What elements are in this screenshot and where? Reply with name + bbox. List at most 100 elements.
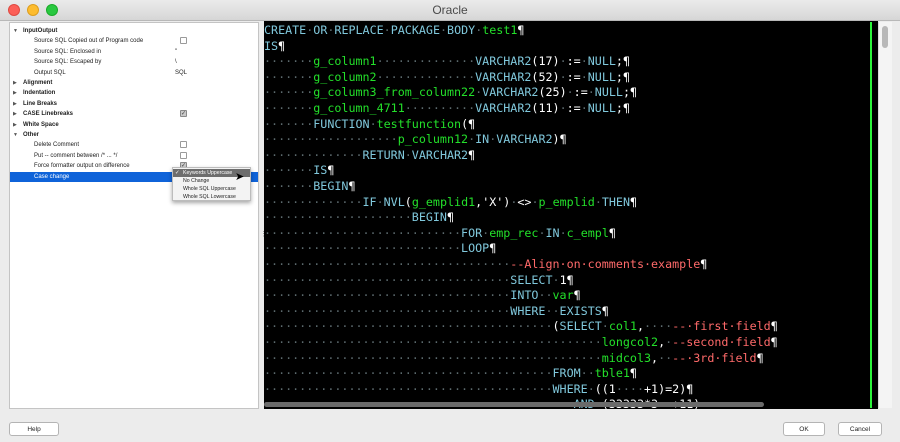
whitespace-marker: ········································… bbox=[264, 350, 602, 365]
keyword-token: BEGIN bbox=[411, 210, 447, 225]
collapsed-arrow-icon[interactable]: ▶ bbox=[13, 120, 17, 130]
expanded-arrow-icon[interactable]: ▼ bbox=[13, 130, 18, 140]
keyword-token: OR bbox=[313, 23, 328, 37]
tree-row[interactable]: ▶ White Space bbox=[10, 120, 258, 130]
tree-group-label: InputOutput bbox=[23, 28, 58, 34]
vertical-scrollbar[interactable] bbox=[878, 22, 892, 408]
collapsed-arrow-icon[interactable]: ▶ bbox=[13, 88, 17, 98]
checkbox[interactable] bbox=[180, 109, 187, 119]
code-line: IS¶ bbox=[264, 39, 285, 55]
keyword-token: BODY bbox=[447, 23, 476, 37]
whitespace-marker: ······· bbox=[264, 179, 314, 193]
whitespace-marker: ······· bbox=[264, 85, 314, 100]
setting-value[interactable]: SQL bbox=[175, 68, 187, 78]
code-line: ···································SELEC… bbox=[264, 273, 574, 289]
dropdown-option[interactable]: Whole SQL Lowercase bbox=[173, 193, 250, 201]
tree-group-label: Other bbox=[23, 132, 40, 138]
whitespace-marker: ····················· bbox=[264, 210, 412, 225]
punctuation-token: ¶ bbox=[348, 179, 356, 193]
whitespace-marker: ······· bbox=[264, 101, 314, 115]
setting-value[interactable]: " bbox=[175, 47, 177, 57]
whitespace-marker: · bbox=[566, 85, 574, 100]
punctuation-token: ¶ bbox=[770, 335, 778, 349]
whitespace-marker: ·············· bbox=[376, 54, 476, 69]
checkbox[interactable] bbox=[180, 141, 187, 149]
keyword-token: NULL bbox=[594, 85, 623, 100]
whitespace-marker: · bbox=[376, 194, 384, 209]
punctuation-token: := bbox=[566, 54, 581, 69]
tree-row[interactable]: ▶ Alignment bbox=[10, 78, 258, 88]
punctuation-token: ((1 bbox=[594, 381, 616, 396]
tree-row[interactable]: ▶ Line Breaks bbox=[10, 99, 258, 109]
keyword-token: FUNCTION bbox=[313, 116, 370, 131]
code-line: ·······BEGIN¶ bbox=[264, 179, 356, 195]
whitespace-marker: · bbox=[404, 147, 412, 162]
tree-group-label: Alignment bbox=[23, 80, 53, 86]
code-line: ·······IS¶ bbox=[264, 163, 334, 179]
punctuation-token: ;¶ bbox=[615, 54, 630, 69]
identifier-token: midcol3 bbox=[601, 350, 652, 365]
keyword-token: VARCHAR2 bbox=[496, 132, 553, 147]
identifier-token: var bbox=[552, 288, 574, 303]
whitespace-marker: ········································… bbox=[264, 381, 553, 396]
dropdown-option-label: Keywords Uppercase bbox=[183, 170, 233, 176]
punctuation-token: ¶ bbox=[770, 319, 778, 334]
comment-token: --·3rd·field bbox=[672, 350, 757, 365]
tree-row[interactable]: Put -- comment between /* ... */ bbox=[10, 151, 258, 161]
checkbox[interactable] bbox=[180, 37, 187, 45]
code-editor[interactable]: CREATE·OR·REPLACE·PACKAGE·BODY·test1¶ IS¶… bbox=[264, 21, 878, 409]
keyword-token: WHERE bbox=[510, 303, 546, 318]
identifier-token: col1 bbox=[608, 319, 637, 334]
tree-row[interactable]: Source SQL: Escaped by \ bbox=[10, 57, 258, 67]
collapsed-arrow-icon[interactable]: ▶ bbox=[13, 78, 17, 88]
horizontal-scrollbar[interactable] bbox=[264, 400, 878, 409]
tree-group-label: Line Breaks bbox=[23, 100, 58, 107]
whitespace-marker: ·············· bbox=[264, 194, 363, 209]
keyword-token: PACKAGE bbox=[390, 23, 440, 37]
whitespace-marker: ······· bbox=[264, 69, 314, 84]
tree-row[interactable]: Output SQL SQL bbox=[10, 68, 258, 78]
dropdown-option[interactable]: Whole SQL Uppercase bbox=[173, 185, 250, 193]
setting-value[interactable]: \ bbox=[175, 57, 177, 67]
code-line: ·······g_column2··············VARCHAR2(5… bbox=[264, 70, 630, 86]
punctuation-token: )¶ bbox=[552, 132, 567, 147]
keyword-token: NULL bbox=[587, 54, 616, 69]
tree-row[interactable]: Delete Comment bbox=[10, 140, 258, 150]
expanded-arrow-icon[interactable]: ▼ bbox=[13, 26, 18, 36]
identifier-token: c_empl bbox=[566, 225, 609, 240]
keyword-token: VARCHAR2 bbox=[475, 101, 532, 115]
identifier-token: longcol2 bbox=[601, 335, 659, 349]
tree-row[interactable]: ▼ InputOutput bbox=[10, 26, 258, 36]
horizontal-scroll-thumb[interactable] bbox=[264, 402, 764, 407]
whitespace-marker: ·········· bbox=[404, 101, 476, 115]
tree-row[interactable]: Source SQL Copied out of Program code bbox=[10, 36, 258, 46]
punctuation-token: ;¶ bbox=[615, 101, 630, 115]
keyword-token: RETURN bbox=[362, 147, 405, 162]
identifier-token: p_column12 bbox=[397, 132, 469, 147]
vertical-scroll-thumb[interactable] bbox=[882, 26, 888, 48]
help-button[interactable]: Help bbox=[9, 422, 59, 436]
keyword-token: IS bbox=[264, 38, 279, 53]
punctuation-token: := bbox=[573, 85, 588, 100]
checkbox[interactable] bbox=[180, 151, 187, 159]
collapsed-arrow-icon[interactable]: ▶ bbox=[13, 99, 17, 109]
tree-row[interactable]: ▼ Other bbox=[10, 130, 258, 140]
tree-item-label: Source SQL: Enclosed in bbox=[34, 48, 102, 55]
punctuation-token: (52) bbox=[531, 69, 560, 84]
whitespace-marker: · bbox=[559, 101, 567, 115]
whitespace-marker: ···························· bbox=[264, 241, 462, 256]
keyword-token: VARCHAR2 bbox=[475, 54, 532, 69]
identifier-token: g_column3_from_column22 bbox=[313, 85, 476, 100]
ok-button[interactable]: OK bbox=[783, 422, 825, 436]
collapsed-arrow-icon[interactable]: ▶ bbox=[13, 109, 17, 119]
tree-row[interactable]: ▶ Indentation bbox=[10, 88, 258, 98]
whitespace-marker: · bbox=[559, 69, 567, 84]
whitespace-marker: ··································· bbox=[264, 257, 511, 271]
code-line: ···································--Ali… bbox=[264, 257, 707, 273]
tree-row[interactable]: Source SQL: Enclosed in " bbox=[10, 47, 258, 57]
code-line: ·····················BEGIN¶ bbox=[264, 210, 454, 226]
keyword-token: SELECT bbox=[510, 272, 553, 287]
cancel-button[interactable]: Cancel bbox=[838, 422, 882, 436]
code-line: ···················p_column12·IN·VARCHAR… bbox=[264, 132, 567, 148]
tree-row[interactable]: ▶ CASE Linebreaks bbox=[10, 109, 258, 119]
